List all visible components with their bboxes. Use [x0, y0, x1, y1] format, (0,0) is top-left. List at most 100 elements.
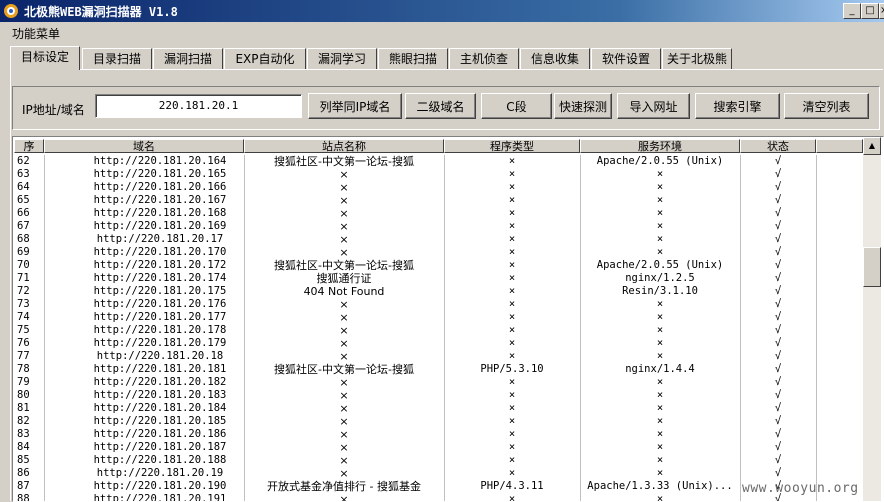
- cell-program-type: ×: [508, 441, 516, 453]
- cell-index: 77: [17, 350, 30, 362]
- tab-about[interactable]: 关于北极熊: [662, 48, 732, 69]
- table-row[interactable]: 73 http://220.181.20.176 × × × √: [13, 298, 863, 311]
- tab-exp-automation[interactable]: EXP自动化: [224, 48, 306, 69]
- cell-program-type: ×: [508, 428, 516, 440]
- table-row[interactable]: 71 http://220.181.20.174 搜狐通行证 × nginx/1.2.5…: [13, 272, 863, 285]
- cell-index: 88: [17, 493, 30, 502]
- tab-vuln-learning[interactable]: 漏洞学习: [307, 48, 377, 69]
- table-row[interactable]: 63 http://220.181.20.165 × × × √: [13, 168, 863, 181]
- cell-index: 82: [17, 415, 30, 427]
- cell-server-env: ×: [656, 376, 664, 388]
- tab-info-gathering[interactable]: 信息收集: [520, 48, 590, 69]
- cell-site-name: 搜狐社区-中文第一论坛-搜狐: [274, 155, 414, 168]
- cell-status: √: [774, 285, 782, 297]
- cell-server-env: ×: [656, 194, 664, 206]
- cell-index: 72: [17, 285, 30, 297]
- table-row[interactable]: 70 http://220.181.20.172 搜狐社区-中文第一论坛-搜狐 × Ap…: [13, 259, 863, 272]
- cell-program-type: ×: [508, 168, 516, 180]
- search-engine-button[interactable]: 搜索引擎: [695, 93, 780, 119]
- cell-site-name: ×: [339, 389, 349, 402]
- scroll-up-icon[interactable]: ▲: [863, 137, 881, 155]
- table-row[interactable]: 67 http://220.181.20.169 × × × √: [13, 220, 863, 233]
- table-row[interactable]: 82 http://220.181.20.185 × × × √: [13, 415, 863, 428]
- watermark: www.wooyun.org: [742, 481, 859, 496]
- cell-index: 63: [17, 168, 30, 180]
- cell-server-env: ×: [656, 389, 664, 401]
- table-row[interactable]: 86 http://220.181.20.19 × × × √: [13, 467, 863, 480]
- table-row[interactable]: 77 http://220.181.20.18 × × × √: [13, 350, 863, 363]
- cell-index: 76: [17, 337, 30, 349]
- cell-domain: http://220.181.20.185: [93, 415, 227, 427]
- close-button[interactable]: ×: [879, 3, 884, 19]
- table-row[interactable]: 85 http://220.181.20.188 × × × √: [13, 454, 863, 467]
- table-row[interactable]: 66 http://220.181.20.168 × × × √: [13, 207, 863, 220]
- cell-domain: http://220.181.20.178: [93, 324, 227, 336]
- list-same-ip-button[interactable]: 列举同IP域名: [308, 93, 402, 119]
- table-row[interactable]: 62 http://220.181.20.164 搜狐社区-中文第一论坛-搜狐 × Ap…: [13, 155, 863, 168]
- menu-bar: 功能菜单: [0, 22, 884, 42]
- cell-server-env: ×: [656, 441, 664, 453]
- scroll-thumb[interactable]: [863, 247, 881, 287]
- tab-vuln-scan[interactable]: 漏洞扫描: [153, 48, 223, 69]
- title-bar[interactable]: 北极熊WEB漏洞扫描器 V1.8 _ □ ×: [0, 0, 884, 22]
- cell-site-name: 搜狐社区-中文第一论坛-搜狐: [274, 363, 414, 376]
- header-server-env[interactable]: 服务环境: [580, 139, 740, 153]
- tab-target-settings[interactable]: 目标设定: [10, 46, 80, 70]
- cell-site-name: ×: [339, 220, 349, 233]
- table-row[interactable]: 74 http://220.181.20.177 × × × √: [13, 311, 863, 324]
- tab-bear-eye-scan[interactable]: 熊眼扫描: [378, 48, 448, 69]
- vertical-scrollbar[interactable]: ▲: [863, 137, 881, 501]
- cell-site-name: ×: [339, 194, 349, 207]
- table-row[interactable]: 84 http://220.181.20.187 × × × √: [13, 441, 863, 454]
- tab-directory-scan[interactable]: 目录扫描: [82, 48, 152, 69]
- import-url-button[interactable]: 导入网址: [617, 93, 690, 119]
- tab-host-recon[interactable]: 主机侦查: [449, 48, 519, 69]
- table-row[interactable]: 64 http://220.181.20.166 × × × √: [13, 181, 863, 194]
- table-row[interactable]: 81 http://220.181.20.184 × × × √: [13, 402, 863, 415]
- table-row[interactable]: 65 http://220.181.20.167 × × × √: [13, 194, 863, 207]
- cell-status: √: [774, 324, 782, 336]
- table-row[interactable]: 69 http://220.181.20.170 × × × √: [13, 246, 863, 259]
- cell-domain: http://220.181.20.167: [93, 194, 227, 206]
- cell-site-name: ×: [339, 428, 349, 441]
- c-segment-button[interactable]: C段: [481, 93, 552, 119]
- table-row[interactable]: 76 http://220.181.20.179 × × × √: [13, 337, 863, 350]
- clear-list-button[interactable]: 清空列表: [784, 93, 869, 119]
- cell-status: √: [774, 246, 782, 258]
- header-index[interactable]: 序: [14, 139, 44, 153]
- header-domain[interactable]: 域名: [44, 139, 244, 153]
- table-row[interactable]: 88 http://220.181.20.191 × × × √: [13, 493, 863, 502]
- cell-index: 66: [17, 207, 30, 219]
- table-row[interactable]: 75 http://220.181.20.178 × × × √: [13, 324, 863, 337]
- header-filler: [816, 139, 863, 153]
- cell-program-type: ×: [508, 285, 516, 297]
- cell-index: 87: [17, 480, 30, 492]
- header-site-name[interactable]: 站点名称: [244, 139, 444, 153]
- table-row[interactable]: 83 http://220.181.20.186 × × × √: [13, 428, 863, 441]
- subdomain-button[interactable]: 二级域名: [405, 93, 476, 119]
- ip-input[interactable]: 220.181.20.1: [95, 94, 302, 118]
- table-row[interactable]: 87 http://220.181.20.190 开放式基金净值排行 - 搜狐基金 P…: [13, 480, 863, 493]
- header-status[interactable]: 状态: [740, 139, 816, 153]
- cell-site-name: ×: [339, 298, 349, 311]
- results-table[interactable]: 序 域名 站点名称 程序类型 服务环境 状态 62 http://220.181.…: [12, 136, 884, 502]
- table-row[interactable]: 79 http://220.181.20.182 × × × √: [13, 376, 863, 389]
- table-row[interactable]: 80 http://220.181.20.183 × × × √: [13, 389, 863, 402]
- table-row[interactable]: 78 http://220.181.20.181 搜狐社区-中文第一论坛-搜狐 PHP…: [13, 363, 863, 376]
- cell-index: 75: [17, 324, 30, 336]
- cell-server-env: ×: [656, 428, 664, 440]
- tab-software-settings[interactable]: 软件设置: [591, 48, 661, 69]
- table-row[interactable]: 68 http://220.181.20.17 × × × √: [13, 233, 863, 246]
- cell-server-env: ×: [656, 350, 664, 362]
- table-row[interactable]: 72 http://220.181.20.175 404 Not Found × Res…: [13, 285, 863, 298]
- cell-program-type: ×: [508, 376, 516, 388]
- cell-status: √: [774, 350, 782, 362]
- minimize-button[interactable]: _: [843, 3, 861, 19]
- header-program-type[interactable]: 程序类型: [444, 139, 580, 153]
- menu-functions[interactable]: 功能菜单: [12, 25, 60, 42]
- cell-domain: http://220.181.20.174: [93, 272, 227, 284]
- quick-probe-button[interactable]: 快速探测: [554, 93, 612, 119]
- maximize-button[interactable]: □: [861, 3, 879, 19]
- cell-index: 83: [17, 428, 30, 440]
- cell-status: √: [774, 467, 782, 479]
